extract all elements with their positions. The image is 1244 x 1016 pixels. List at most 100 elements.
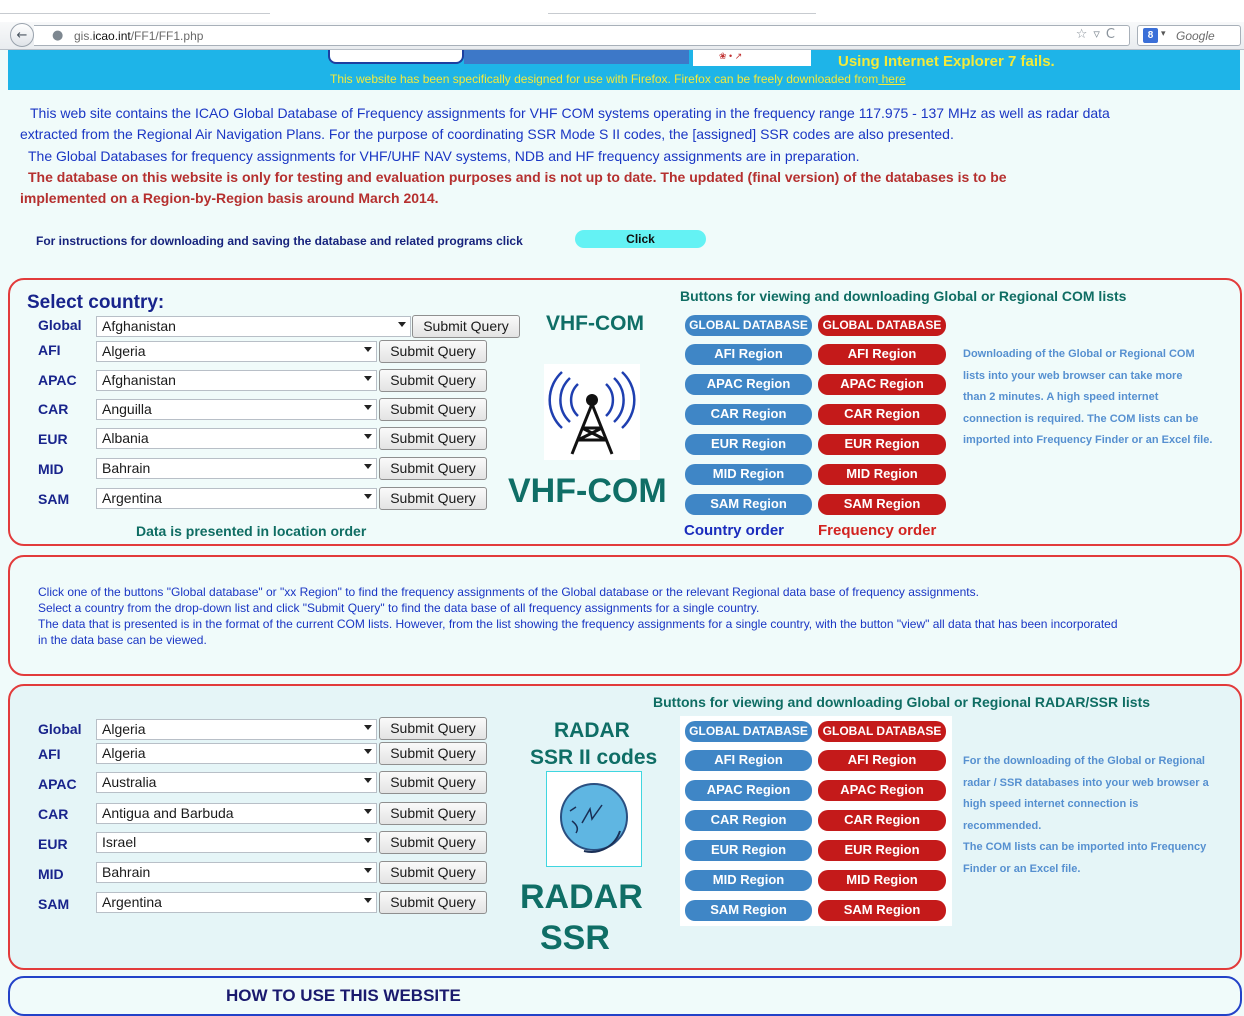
com-mid-country-button[interactable]: MID Region <box>685 464 812 485</box>
radar-mid-frequency-button[interactable]: MID Region <box>818 870 946 891</box>
globe-icon: ● <box>52 28 64 43</box>
com-apac-country-button[interactable]: APAC Region <box>685 374 812 395</box>
info-text: Click one of the buttons "Global databas… <box>38 584 1118 648</box>
radar-afi-frequency-button[interactable]: AFI Region <box>818 750 946 771</box>
radar-large-title: RADAR <box>520 878 643 916</box>
url-prefix: gis. <box>74 29 93 43</box>
radar-submit-button[interactable]: Submit Query <box>379 831 487 854</box>
location-order-note: Data is presented in location order <box>136 523 367 539</box>
note-line: than 2 minutes. A high speed internet <box>963 391 1159 403</box>
select-value: Argentina <box>102 490 162 506</box>
radar-apac-frequency-button[interactable]: APAC Region <box>818 780 946 801</box>
note-line: radar / SSR databases into your web brow… <box>963 776 1209 789</box>
com-car-country-button[interactable]: CAR Region <box>685 404 812 425</box>
com-apac-frequency-button[interactable]: APAC Region <box>818 374 946 395</box>
select-value: Algeria <box>102 745 146 761</box>
address-bar[interactable]: ● gis.icao.int/FF1/FF1.php ☆▿C <box>34 25 1130 46</box>
com-submit-button[interactable]: Submit Query <box>379 369 487 392</box>
dropdown-arrow-icon <box>364 838 372 843</box>
radar-submit-button[interactable]: Submit Query <box>379 742 487 765</box>
radar-title: RADAR <box>554 719 630 742</box>
dropdown-arrow-icon <box>364 898 372 903</box>
com-mid-frequency-button[interactable]: MID Region <box>818 464 946 485</box>
radar-afi-country-button[interactable]: AFI Region <box>685 750 812 771</box>
com-car-frequency-button[interactable]: CAR Region <box>818 404 946 425</box>
dropdown-arrow-icon <box>364 778 372 783</box>
firefox-download-link[interactable]: here <box>878 72 906 86</box>
radar-submit-button[interactable]: Submit Query <box>379 771 487 794</box>
radar-mid-country-button[interactable]: MID Region <box>685 870 812 891</box>
back-button[interactable]: ← <box>10 23 34 47</box>
com-submit-button[interactable]: Submit Query <box>379 398 487 421</box>
reload-icon[interactable]: C <box>1106 27 1121 42</box>
radar-global-country-button[interactable]: GLOBAL DATABASE <box>685 721 812 742</box>
com-row-label: APAC <box>38 372 77 388</box>
radar-row-label: Global <box>38 721 82 737</box>
search-box[interactable]: 8 ▾ Google <box>1137 25 1241 46</box>
com-afi-frequency-button[interactable]: AFI Region <box>818 344 946 365</box>
search-placeholder: Google <box>1176 29 1215 43</box>
com-eur-country-button[interactable]: EUR Region <box>685 434 812 455</box>
select-value: Israel <box>102 834 137 850</box>
country-order-label: Country order <box>684 522 785 539</box>
back-arrow-icon: ← <box>16 27 28 43</box>
radar-submit-button[interactable]: Submit Query <box>379 861 487 884</box>
note-line: For the downloading of the Global or Reg… <box>963 755 1205 767</box>
com-country-select[interactable]: Albania <box>96 428 377 449</box>
com-afi-country-button[interactable]: AFI Region <box>685 344 812 365</box>
com-sam-country-button[interactable]: SAM Region <box>685 494 812 515</box>
banner-image-fragment <box>464 50 689 64</box>
search-engine-dropdown-icon[interactable]: ▾ <box>1161 28 1166 39</box>
select-value: Algeria <box>102 721 146 737</box>
dropdown-arrow-icon <box>364 809 372 814</box>
radar-country-select[interactable]: Antigua and Barbuda <box>96 803 377 824</box>
select-value: Albania <box>102 430 149 446</box>
radar-sam-frequency-button[interactable]: SAM Region <box>818 900 946 921</box>
bookmark-star-icon[interactable]: ☆ <box>1076 27 1094 42</box>
radar-submit-button[interactable]: Submit Query <box>379 717 487 740</box>
com-global-frequency-button[interactable]: GLOBAL DATABASE <box>818 315 946 336</box>
intro-line-1: This web site contains the ICAO Global D… <box>30 105 1110 121</box>
com-eur-frequency-button[interactable]: EUR Region <box>818 434 946 455</box>
com-country-select[interactable]: Afghanistan <box>96 316 411 337</box>
com-global-country-button[interactable]: GLOBAL DATABASE <box>685 315 812 336</box>
com-submit-button[interactable]: Submit Query <box>379 427 487 450</box>
radar-country-select[interactable]: Algeria <box>96 743 377 764</box>
radar-submit-button[interactable]: Submit Query <box>379 891 487 914</box>
ssr-codes-title: SSR II codes <box>530 746 658 769</box>
dropdown-arrow-icon <box>364 347 372 352</box>
com-submit-button[interactable]: Submit Query <box>379 457 487 480</box>
instructions-click-button[interactable]: Click <box>575 230 706 248</box>
radar-car-country-button[interactable]: CAR Region <box>685 810 812 831</box>
com-country-select[interactable]: Afghanistan <box>96 370 377 391</box>
com-country-select[interactable]: Anguilla <box>96 399 377 420</box>
radar-submit-button[interactable]: Submit Query <box>379 802 487 825</box>
dropdown-arrow-icon <box>364 434 372 439</box>
radar-country-select[interactable]: Algeria <box>96 719 377 740</box>
radar-global-frequency-button[interactable]: GLOBAL DATABASE <box>818 721 946 742</box>
com-sam-frequency-button[interactable]: SAM Region <box>818 494 946 515</box>
com-country-select[interactable]: Algeria <box>96 341 377 362</box>
radar-apac-country-button[interactable]: APAC Region <box>685 780 812 801</box>
com-row-label: MID <box>38 461 64 477</box>
info-line: Select a country from the drop-down list… <box>38 601 760 615</box>
com-country-select[interactable]: Argentina <box>96 488 377 509</box>
com-submit-button[interactable]: Submit Query <box>379 487 487 510</box>
vhf-com-title: VHF-COM <box>546 312 644 335</box>
radar-country-select[interactable]: Bahrain <box>96 862 377 883</box>
com-row-label: SAM <box>38 491 70 507</box>
com-submit-button[interactable]: Submit Query <box>412 315 520 338</box>
radar-country-select[interactable]: Israel <box>96 832 377 853</box>
radar-eur-frequency-button[interactable]: EUR Region <box>818 840 946 861</box>
radar-country-select[interactable]: Australia <box>96 772 377 793</box>
radar-sam-country-button[interactable]: SAM Region <box>685 900 812 921</box>
radar-country-select[interactable]: Argentina <box>96 892 377 913</box>
search-engine-icon[interactable]: 8 <box>1143 28 1158 43</box>
com-country-select[interactable]: Bahrain <box>96 458 377 479</box>
select-value: Bahrain <box>102 460 151 476</box>
com-submit-button[interactable]: Submit Query <box>379 340 487 363</box>
dropdown-icon[interactable]: ▿ <box>1093 27 1106 42</box>
note-line: high speed internet connection is <box>963 798 1139 810</box>
radar-car-frequency-button[interactable]: CAR Region <box>818 810 946 831</box>
radar-eur-country-button[interactable]: EUR Region <box>685 840 812 861</box>
